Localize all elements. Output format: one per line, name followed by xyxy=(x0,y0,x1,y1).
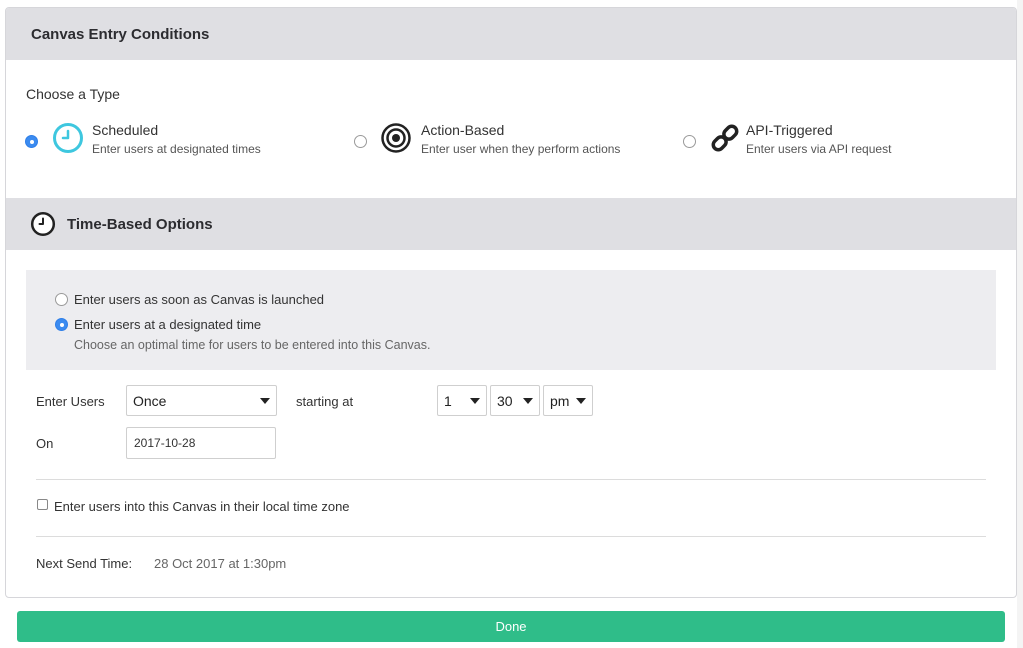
enter-on-launch-radio[interactable] xyxy=(55,293,68,306)
enter-designated-time-radio[interactable] xyxy=(55,318,68,331)
designated-time-hint: Choose an optimal time for users to be e… xyxy=(74,338,431,352)
chevron-down-icon xyxy=(576,398,586,404)
background-strip xyxy=(1017,0,1023,648)
enter-users-label: Enter Users xyxy=(36,394,105,409)
hour-select[interactable]: 1 xyxy=(437,385,487,416)
chevron-down-icon xyxy=(260,398,270,404)
start-date-value: 2017-10-28 xyxy=(134,436,196,450)
divider xyxy=(36,536,986,537)
ampm-select[interactable]: pm xyxy=(543,385,593,416)
scheduled-description: Enter users at designated times xyxy=(92,142,261,156)
starting-at-label: starting at xyxy=(296,394,354,409)
api-triggered-radio[interactable] xyxy=(683,135,696,148)
local-time-zone-checkbox[interactable] xyxy=(37,499,48,510)
frequency-value: Once xyxy=(133,392,167,409)
action-based-radio[interactable] xyxy=(354,135,367,148)
next-send-time-label: Next Send Time: xyxy=(36,556,133,571)
entry-conditions-title: Canvas Entry Conditions xyxy=(31,25,210,43)
choose-type-label: Choose a Type xyxy=(26,86,120,102)
api-triggered-title: API-Triggered xyxy=(746,122,833,138)
minute-value: 30 xyxy=(497,392,513,409)
clock-icon xyxy=(53,123,83,153)
done-button[interactable]: Done xyxy=(17,611,1005,642)
next-send-time-value: 28 Oct 2017 at 1:30pm xyxy=(154,556,287,571)
minute-select[interactable]: 30 xyxy=(490,385,540,416)
link-icon xyxy=(711,124,739,152)
time-based-options-header: Time-Based Options xyxy=(6,198,1016,250)
api-triggered-description: Enter users via API request xyxy=(746,142,892,156)
enter-designated-time-label: Enter users at a designated time xyxy=(74,317,262,332)
chevron-down-icon xyxy=(523,398,533,404)
type-option-api-triggered[interactable]: API-Triggered Enter users via API reques… xyxy=(683,120,1003,160)
ampm-value: pm xyxy=(550,392,570,409)
enter-on-launch-label: Enter users as soon as Canvas is launche… xyxy=(74,292,325,307)
entry-timing-options: Enter users as soon as Canvas is launche… xyxy=(26,270,996,370)
type-option-action-based[interactable]: Action-Based Enter user when they perfor… xyxy=(354,120,674,160)
divider xyxy=(36,479,986,480)
entry-conditions-panel: Canvas Entry Conditions Choose a Type Sc… xyxy=(5,7,1017,598)
hour-value: 1 xyxy=(444,392,452,409)
time-based-options-title: Time-Based Options xyxy=(67,215,213,233)
frequency-select[interactable]: Once xyxy=(126,385,277,416)
type-option-scheduled[interactable]: Scheduled Enter users at designated time… xyxy=(25,120,325,160)
scheduled-title: Scheduled xyxy=(92,122,159,138)
chevron-down-icon xyxy=(470,398,480,404)
local-time-zone-label: Enter users into this Canvas in their lo… xyxy=(54,499,350,514)
clock-outline-icon xyxy=(30,211,56,237)
start-date-input[interactable]: 2017-10-28 xyxy=(126,427,276,459)
done-button-label: Done xyxy=(495,619,527,634)
entry-conditions-header: Canvas Entry Conditions xyxy=(6,8,1016,60)
action-based-description: Enter user when they perform actions xyxy=(421,142,621,156)
scheduled-radio[interactable] xyxy=(25,135,38,148)
target-icon xyxy=(381,123,411,153)
on-label: On xyxy=(36,436,54,451)
action-based-title: Action-Based xyxy=(421,122,505,138)
